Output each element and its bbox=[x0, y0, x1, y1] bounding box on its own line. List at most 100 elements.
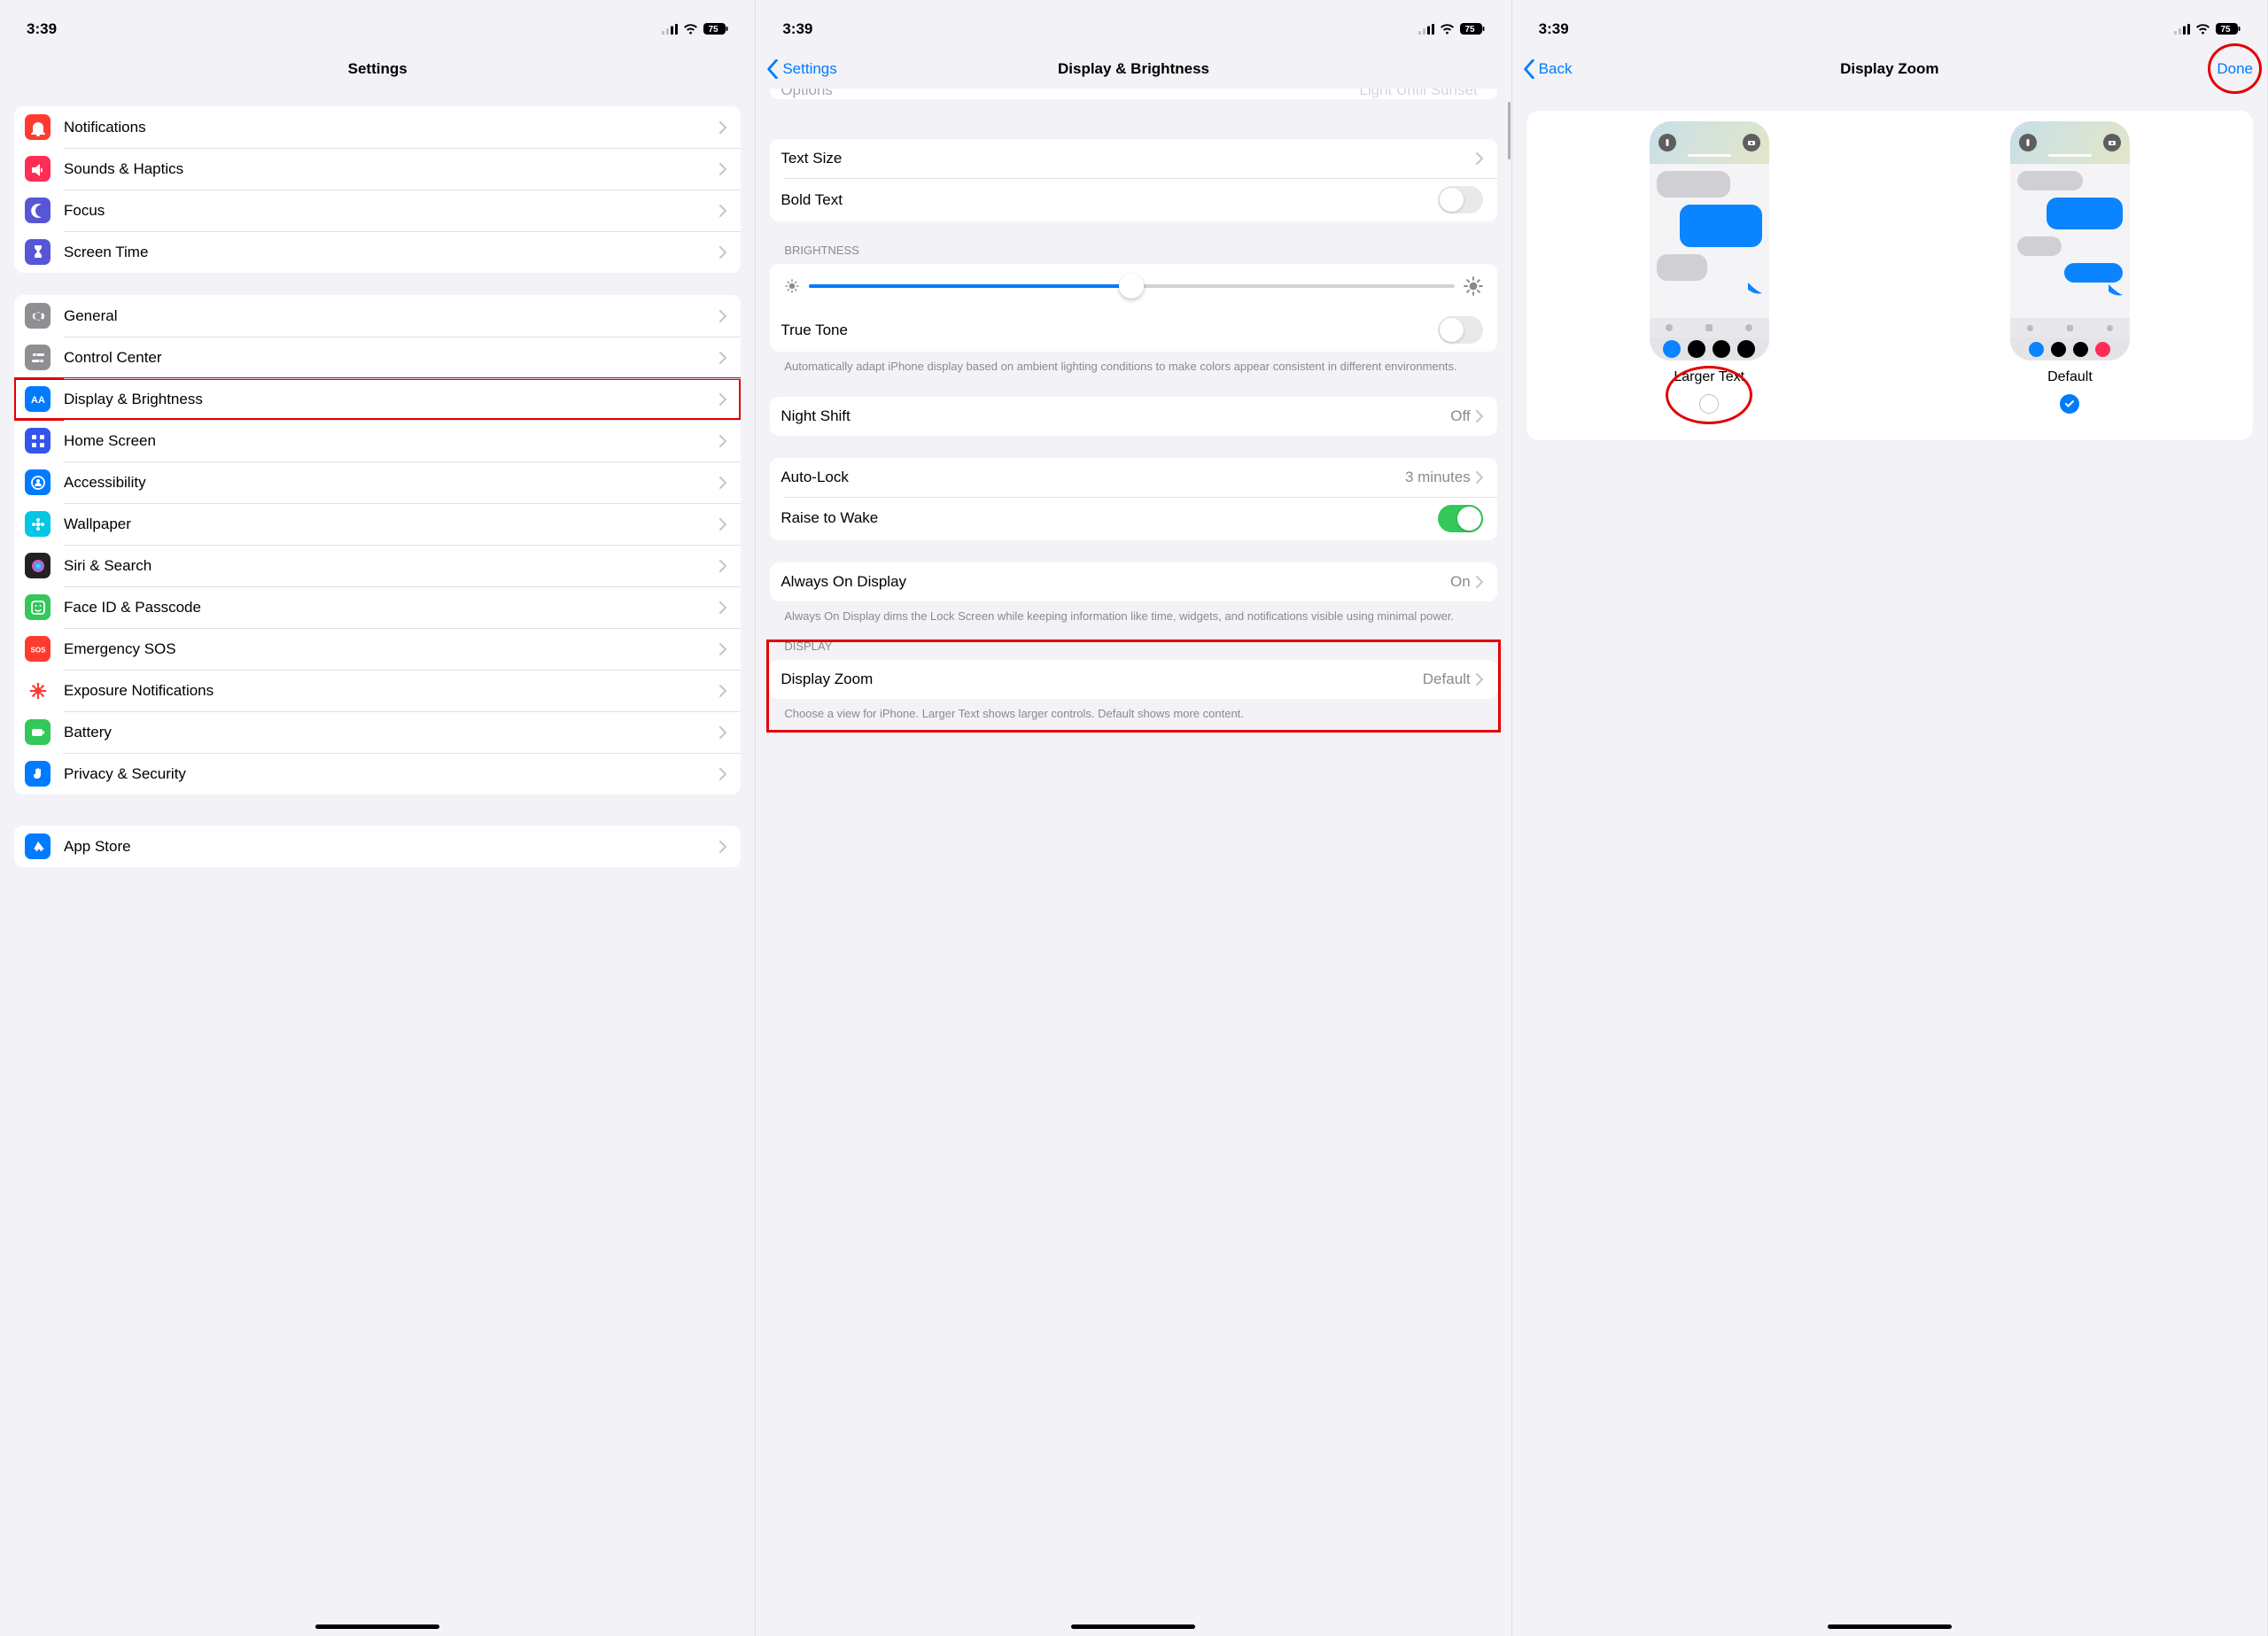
zoom-option-default[interactable]: Default bbox=[1896, 121, 2244, 414]
moon-icon bbox=[25, 198, 50, 223]
chevron-right-icon bbox=[719, 726, 726, 739]
status-indicators: 75 bbox=[662, 23, 728, 35]
chevron-right-icon bbox=[1476, 410, 1483, 423]
flashlight-icon bbox=[1658, 134, 1676, 151]
status-bar: 3:39 75 bbox=[1512, 0, 2267, 49]
row-label: Battery bbox=[64, 724, 719, 741]
cellular-icon bbox=[2174, 24, 2190, 35]
home-indicator bbox=[315, 1624, 439, 1629]
always-on-row[interactable]: Always On Display On bbox=[770, 562, 1496, 601]
brightness-header: BRIGHTNESS bbox=[784, 244, 1482, 257]
settings-row-focus[interactable]: Focus bbox=[14, 190, 741, 231]
gear-icon bbox=[25, 303, 50, 329]
scrollbar[interactable] bbox=[1508, 102, 1511, 159]
raise-to-wake-toggle[interactable] bbox=[1438, 505, 1483, 532]
bold-text-toggle[interactable] bbox=[1438, 186, 1483, 213]
nav-bar: Settings Display & Brightness bbox=[756, 49, 1511, 89]
sos-icon: SOS bbox=[25, 636, 50, 662]
settings-row-notifications[interactable]: Notifications bbox=[14, 106, 741, 148]
wifi-icon bbox=[1440, 24, 1455, 35]
settings-row-exposure-notifications[interactable]: Exposure Notifications bbox=[14, 670, 741, 711]
chevron-right-icon bbox=[719, 435, 726, 447]
settings-row-screen-time[interactable]: Screen Time bbox=[14, 231, 741, 273]
row-label: Privacy & Security bbox=[64, 765, 719, 783]
aa-icon: AA bbox=[25, 386, 50, 412]
chevron-right-icon bbox=[719, 841, 726, 853]
back-button[interactable]: Settings bbox=[766, 49, 836, 89]
row-value: 3 minutes bbox=[1405, 469, 1471, 486]
true-tone-toggle[interactable] bbox=[1438, 316, 1483, 344]
chevron-right-icon bbox=[719, 477, 726, 489]
screen-display-brightness: 3:39 75 Settings Display & Brightness Op… bbox=[756, 0, 1511, 1636]
battery-icon bbox=[25, 719, 50, 745]
auto-lock-row[interactable]: Auto-Lock 3 minutes bbox=[770, 458, 1496, 497]
chevron-right-icon bbox=[1476, 152, 1483, 165]
bell-icon bbox=[25, 114, 50, 140]
bold-text-row[interactable]: Bold Text bbox=[770, 178, 1496, 221]
status-indicators: 75 bbox=[2174, 23, 2241, 35]
chevron-right-icon bbox=[1476, 576, 1483, 588]
row-label: Exposure Notifications bbox=[64, 682, 719, 700]
settings-row-accessibility[interactable]: Accessibility bbox=[14, 461, 741, 503]
zoom-option-larger-text[interactable]: Larger Text bbox=[1535, 121, 1884, 414]
settings-row-display-brightness[interactable]: AADisplay & Brightness bbox=[14, 378, 741, 420]
status-time: 3:39 bbox=[27, 20, 57, 38]
row-label: Emergency SOS bbox=[64, 640, 719, 658]
chevron-right-icon bbox=[719, 685, 726, 697]
page-title: Display Zoom bbox=[1840, 60, 1938, 78]
text-size-row[interactable]: Text Size bbox=[770, 139, 1496, 178]
chevron-right-icon bbox=[719, 643, 726, 655]
back-label: Settings bbox=[782, 60, 836, 78]
hourglass-icon bbox=[25, 239, 50, 265]
svg-text:75: 75 bbox=[1464, 25, 1475, 35]
settings-row-sounds-haptics[interactable]: Sounds & Haptics bbox=[14, 148, 741, 190]
row-label: Always On Display bbox=[781, 573, 1450, 591]
radio-checked[interactable] bbox=[2060, 394, 2079, 414]
settings-row-app-store[interactable]: App Store bbox=[14, 826, 741, 867]
row-label: Siri & Search bbox=[64, 557, 719, 575]
settings-row-battery[interactable]: Battery bbox=[14, 711, 741, 753]
zoom-options-card: Larger Text bbox=[1526, 111, 2253, 440]
raise-to-wake-row[interactable]: Raise to Wake bbox=[770, 497, 1496, 540]
done-button[interactable]: Done bbox=[2217, 49, 2253, 89]
row-label: Screen Time bbox=[64, 244, 719, 261]
settings-row-home-screen[interactable]: Home Screen bbox=[14, 420, 741, 461]
options-row[interactable]: Options Light Until Sunset bbox=[770, 89, 1496, 99]
cellular-icon bbox=[1418, 24, 1434, 35]
row-label: Home Screen bbox=[64, 432, 719, 450]
brightness-slider[interactable] bbox=[809, 284, 1454, 288]
screen-display-zoom: 3:39 75 Back Display Zoom Done bbox=[1512, 0, 2268, 1636]
content-scroll[interactable]: Options Light Until Sunset Text Size Bol… bbox=[756, 89, 1511, 1636]
row-label: Notifications bbox=[64, 119, 719, 136]
settings-row-general[interactable]: General bbox=[14, 295, 741, 337]
flashlight-icon bbox=[2019, 134, 2037, 151]
back-button[interactable]: Back bbox=[1523, 49, 1573, 89]
display-zoom-row[interactable]: Display Zoom Default bbox=[770, 660, 1496, 699]
true-tone-row[interactable]: True Tone bbox=[770, 308, 1496, 352]
settings-row-wallpaper[interactable]: Wallpaper bbox=[14, 503, 741, 545]
settings-row-face-id-passcode[interactable]: Face ID & Passcode bbox=[14, 586, 741, 628]
speaker-icon bbox=[25, 156, 50, 182]
radio-unchecked[interactable] bbox=[1699, 394, 1719, 414]
row-label: Bold Text bbox=[781, 191, 1437, 209]
row-label: Focus bbox=[64, 202, 719, 220]
chevron-right-icon bbox=[719, 310, 726, 322]
settings-row-siri-search[interactable]: Siri & Search bbox=[14, 545, 741, 586]
siri-icon bbox=[25, 553, 50, 578]
status-indicators: 75 bbox=[1418, 23, 1485, 35]
settings-row-control-center[interactable]: Control Center bbox=[14, 337, 741, 378]
row-label: Face ID & Passcode bbox=[64, 599, 719, 616]
zoom-label: Default bbox=[2047, 369, 2093, 385]
settings-row-privacy-security[interactable]: Privacy & Security bbox=[14, 753, 741, 795]
chevron-right-icon bbox=[719, 518, 726, 531]
nav-bar: Back Display Zoom Done bbox=[1512, 49, 2267, 89]
status-time: 3:39 bbox=[782, 20, 812, 38]
battery-icon: 75 bbox=[2216, 23, 2241, 35]
content-scroll[interactable]: Notifications Sounds & Haptics Focus Screen… bbox=[0, 89, 755, 1636]
battery-icon: 75 bbox=[1460, 23, 1485, 35]
settings-row-emergency-sos[interactable]: SOS Emergency SOS bbox=[14, 628, 741, 670]
night-shift-row[interactable]: Night Shift Off bbox=[770, 397, 1496, 436]
row-label: Display Zoom bbox=[781, 671, 1422, 688]
content-area: Larger Text bbox=[1512, 89, 2267, 1636]
person-icon bbox=[25, 469, 50, 495]
